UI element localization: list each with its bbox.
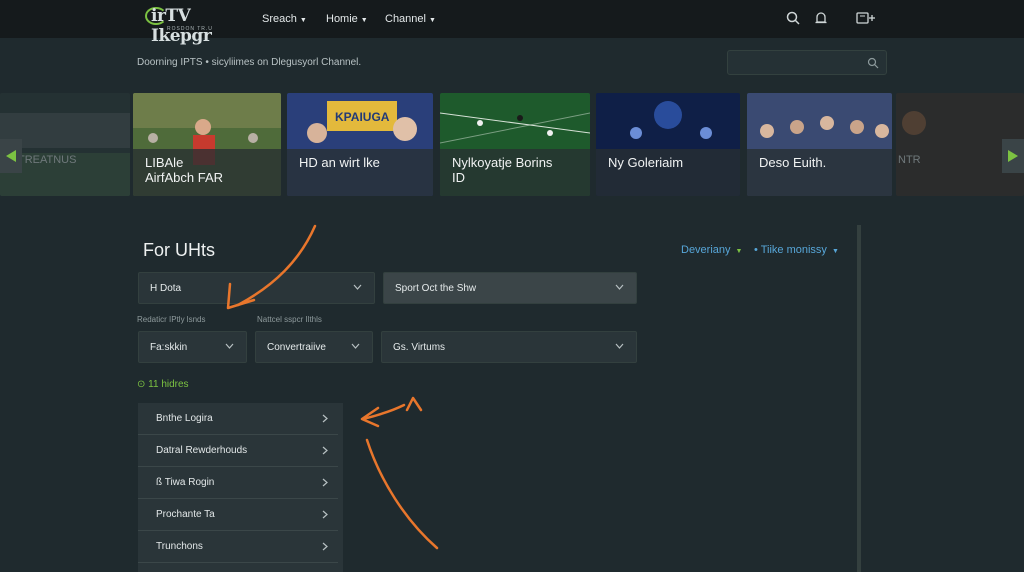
channel-carousel: TREATNUS LIBAle AirfAbch FAR KPAIUGA HD … [0, 93, 1024, 196]
category-list: Bnthe Logira Datral Rewderhouds ß Tiwa R… [138, 403, 343, 572]
annotation-arrowhead-3 [405, 396, 423, 412]
nav-search-label: Sreach [262, 13, 297, 25]
annotation-arrow-2 [361, 403, 406, 421]
list-item-label: ß Tiwa Rogin [156, 477, 215, 488]
chevron-down-icon: ▼ [831, 248, 839, 255]
list-item-label: Trunchons [156, 541, 203, 552]
sort-label: • Tiike monissy [754, 244, 827, 256]
logo-subtext: ROSDON TR.U [167, 26, 213, 32]
section-title: For UHts [143, 240, 215, 260]
chevron-down-icon [615, 343, 624, 349]
chevron-down-icon: ▼ [360, 17, 368, 24]
list-item-label: Datral Rewderhouds [156, 445, 248, 456]
search-input[interactable] [727, 50, 887, 75]
filter-label-2: Nattcel sspcr Ilthls [257, 315, 322, 324]
sort-dropdown-1[interactable]: Deveriany ▼ [681, 244, 742, 256]
filter-select-5[interactable]: Gs. Virtums [381, 331, 637, 363]
chevron-right-icon [322, 510, 328, 519]
search-icon [867, 57, 879, 69]
chevron-down-icon: ▼ [735, 248, 743, 255]
list-item[interactable]: Datral Rewderhouds [138, 435, 338, 467]
card-banner-text: KPAIUGA [335, 110, 390, 124]
select-value: H Dota [150, 282, 182, 294]
vertical-scrollbar[interactable] [857, 225, 861, 572]
chevron-right-icon [322, 446, 328, 455]
carousel-card-title: LIBAle AirfAbch FAR [133, 149, 281, 196]
carousel-card-3[interactable]: Nylkoyatje Borins ID [440, 93, 590, 196]
arrow-left-icon [6, 150, 16, 162]
bell-icon[interactable] [813, 10, 829, 26]
list-item[interactable]: ß Tiwa Rogin [138, 467, 338, 499]
arrow-right-icon [1008, 150, 1018, 162]
chevron-right-icon [322, 414, 328, 423]
carousel-card-title: Ny Goleriaim [596, 149, 740, 196]
carousel-card-title: HD an wirt lke [287, 149, 433, 196]
list-item-label: Prochante Ta [156, 509, 215, 520]
select-value: Convertraiive [267, 341, 326, 353]
nav-home[interactable]: Homie ▼ [326, 13, 368, 25]
chevron-down-icon: ▼ [299, 17, 307, 24]
top-bar: irTV Ikepgr ROSDON TR.U Sreach ▼ Homie ▼ C… [0, 0, 1024, 46]
list-item[interactable]: Bnthe Logira [138, 403, 338, 435]
nav-search[interactable]: Sreach ▼ [262, 13, 307, 25]
filter-select-4[interactable]: Convertraiive [255, 331, 373, 363]
chevron-down-icon: ▼ [428, 17, 436, 24]
annotation-arrow-3 [365, 438, 439, 550]
chevron-down-icon [351, 343, 360, 349]
carousel-card-title: Nylkoyatje Borins ID [440, 149, 590, 196]
filter-select-1[interactable]: H Dota [138, 272, 375, 304]
carousel-card-2[interactable]: KPAIUGA HD an wirt lke [287, 93, 433, 196]
nav-channel[interactable]: Channel ▼ [385, 13, 436, 25]
filter-select-2[interactable]: Sport Oct the Shw [383, 272, 637, 304]
filter-label-1: Redaticr IPtly lsnds [137, 315, 206, 324]
results-count: ⊙ 11 hidres [137, 379, 189, 390]
partial-card-text: TREATNUS [18, 154, 76, 166]
sort-label: Deveriany [681, 244, 731, 256]
sort-dropdown-2[interactable]: • Tiike monissy ▼ [754, 244, 839, 256]
annotation-arrowhead-2 [360, 406, 380, 428]
chevron-down-icon [353, 284, 362, 290]
chevron-down-icon [225, 343, 234, 349]
list-item[interactable]: Trunchons [138, 531, 338, 563]
list-item-label: Bnthe Logira [156, 413, 213, 424]
nav-channel-label: Channel [385, 13, 426, 25]
select-value: Fa:skkin [150, 341, 188, 353]
partial-card-text: NTR [898, 154, 921, 166]
carousel-card-title: Deso Euith. [747, 149, 892, 196]
select-value: Gs. Virtums [393, 341, 446, 353]
chevron-right-icon [322, 542, 328, 551]
chevron-down-icon [615, 284, 624, 290]
page-tagline: Doorning IPTS • sicyliimes on Dlegusyorl… [137, 57, 362, 68]
carousel-prev-button[interactable] [0, 139, 22, 173]
carousel-card-1[interactable]: LIBAle AirfAbch FAR [133, 93, 281, 196]
cast-icon[interactable] [855, 10, 879, 26]
carousel-card-4[interactable]: Ny Goleriaim [596, 93, 740, 196]
carousel-card-5[interactable]: Deso Euith. [747, 93, 892, 196]
search-icon[interactable] [785, 10, 801, 26]
nav-home-label: Homie [326, 13, 358, 25]
list-item[interactable]: Prochante Ta [138, 499, 338, 531]
filter-select-3[interactable]: Fa:skkin [138, 331, 247, 363]
select-value: Sport Oct the Shw [395, 282, 477, 294]
app-logo[interactable]: irTV Ikepgr ROSDON TR.U [145, 5, 241, 46]
chevron-right-icon [322, 478, 328, 487]
carousel-next-button[interactable] [1002, 139, 1024, 173]
